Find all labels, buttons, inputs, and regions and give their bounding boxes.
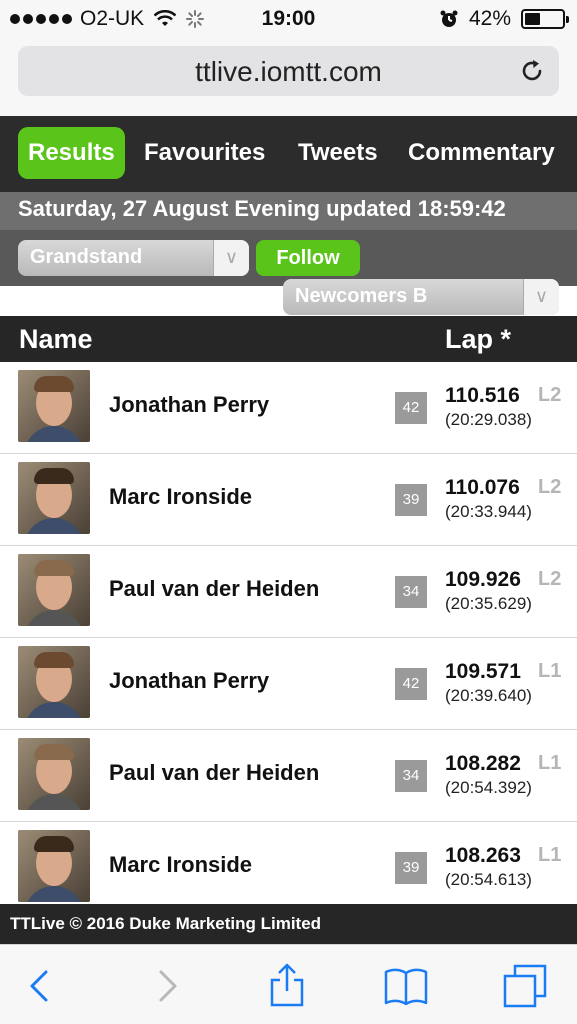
- table-row[interactable]: Jonathan Perry 42 109.571 L1 (20:39.640): [0, 638, 577, 730]
- race-number-badge: 42: [395, 668, 427, 700]
- lap-number: L2: [538, 568, 562, 590]
- browser-toolbar: [0, 944, 577, 1024]
- tab-commentary[interactable]: Commentary: [408, 127, 555, 179]
- browser-address-area: ttlive.iomtt.com: [0, 38, 577, 116]
- follow-button[interactable]: Follow: [256, 240, 360, 276]
- lap-speed: 110.516: [445, 384, 520, 407]
- chevron-down-icon: ∨: [523, 279, 559, 315]
- share-icon[interactable]: [264, 963, 310, 1009]
- lap-time: (20:29.038): [445, 410, 532, 429]
- tab-favourites[interactable]: Favourites: [144, 127, 265, 179]
- lap-number: L1: [538, 844, 562, 866]
- back-icon[interactable]: [18, 963, 64, 1009]
- race-number-badge: 34: [395, 576, 427, 608]
- rider-name: Paul van der Heiden: [109, 576, 320, 601]
- status-right: 42%: [439, 7, 569, 31]
- lap-number: L1: [538, 660, 562, 682]
- filter-controls: Grandstand ∨ Follow: [0, 230, 577, 286]
- race-number-badge: 34: [395, 760, 427, 792]
- footer-copyright: TTLive © 2016 Duke Marketing Limited: [0, 904, 577, 944]
- url-text: ttlive.iomtt.com: [195, 56, 382, 87]
- race-number-badge: 39: [395, 852, 427, 884]
- tabs-icon[interactable]: [502, 963, 548, 1009]
- race-number-badge: 42: [395, 392, 427, 424]
- rider-name: Marc Ironside: [109, 484, 253, 509]
- table-row[interactable]: Paul van der Heiden 34 109.926 L2 (20:35…: [0, 546, 577, 638]
- battery-percent: 42%: [468, 7, 511, 30]
- table-row[interactable]: Marc Ironside 39 108.263 L1 (20:54.613): [0, 822, 577, 904]
- lap-speed: 108.282: [445, 752, 521, 775]
- rider-name: Jonathan Perry: [109, 668, 270, 693]
- rider-avatar: [18, 830, 90, 902]
- lap-time: (20:33.944): [445, 502, 532, 521]
- class-select-value: Newcomers B: [295, 285, 428, 307]
- table-row[interactable]: Marc Ironside 39 110.076 L2 (20:33.944): [0, 454, 577, 546]
- address-bar[interactable]: ttlive.iomtt.com: [18, 46, 559, 96]
- battery-icon: [521, 9, 569, 29]
- alarm-icon: [440, 10, 458, 27]
- rider-name: Marc Ironside: [109, 852, 253, 877]
- date-updated-line: Saturday, 27 August Evening updated 18:5…: [0, 192, 577, 230]
- tab-results[interactable]: Results: [18, 127, 125, 179]
- lap-speed: 109.571: [445, 660, 521, 683]
- location-select-value: Grandstand: [30, 246, 143, 268]
- lap-speed: 108.263: [445, 844, 521, 867]
- rider-name: Jonathan Perry: [109, 392, 270, 417]
- rider-avatar: [18, 738, 90, 810]
- forward-icon[interactable]: [143, 963, 189, 1009]
- column-header-name: Name: [19, 324, 93, 354]
- tab-tweets[interactable]: Tweets: [298, 127, 378, 179]
- lap-speed: 109.926: [445, 568, 521, 591]
- reload-icon[interactable]: [519, 58, 545, 84]
- lap-number: L1: [538, 752, 562, 774]
- table-row[interactable]: Paul van der Heiden 34 108.282 L1 (20:54…: [0, 730, 577, 822]
- results-list: Jonathan Perry 42 110.516 L2 (20:29.038)…: [0, 362, 577, 904]
- rider-avatar: [18, 370, 90, 442]
- rider-avatar: [18, 554, 90, 626]
- location-select[interactable]: Grandstand ∨: [18, 240, 249, 276]
- bookmarks-icon[interactable]: [383, 963, 429, 1009]
- chevron-down-icon: ∨: [213, 240, 249, 276]
- rider-avatar: [18, 462, 90, 534]
- column-header-lap: Lap *: [445, 324, 512, 354]
- rider-avatar: [18, 646, 90, 718]
- rider-name: Paul van der Heiden: [109, 760, 320, 785]
- lap-speed: 110.076: [445, 476, 520, 499]
- lap-number: L2: [538, 476, 562, 498]
- race-number-badge: 39: [395, 484, 427, 516]
- table-row[interactable]: Jonathan Perry 42 110.516 L2 (20:29.038): [0, 362, 577, 454]
- lap-time: (20:54.392): [445, 778, 532, 797]
- status-bar: O2-UK 19:00 42%: [0, 0, 577, 38]
- lap-time: (20:54.613): [445, 870, 532, 889]
- lap-time: (20:39.640): [445, 686, 532, 705]
- app-nav: Results Favourites Tweets Commentary: [0, 116, 577, 192]
- class-select[interactable]: Newcomers B ∨: [283, 279, 559, 315]
- lap-number: L2: [538, 384, 562, 406]
- lap-time: (20:35.629): [445, 594, 532, 613]
- table-header: Name Lap *: [0, 316, 577, 362]
